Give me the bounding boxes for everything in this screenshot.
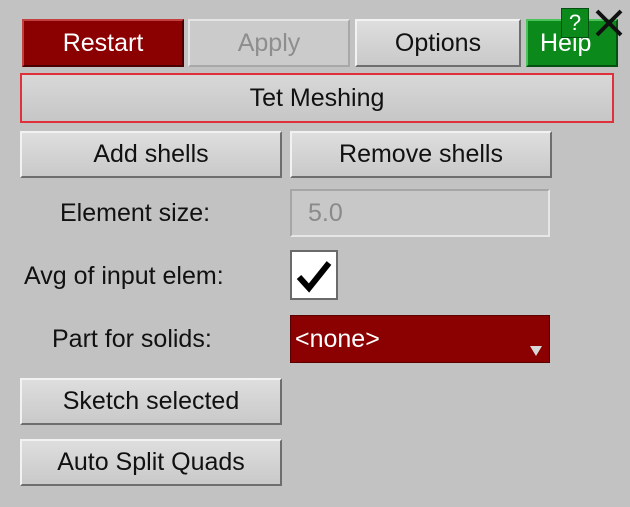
part-for-solids-select[interactable]: <none> (290, 315, 550, 363)
apply-button[interactable]: Apply (188, 19, 350, 67)
sketch-selected-button[interactable]: Sketch selected (20, 378, 282, 425)
part-for-solids-label: Part for solids: (52, 325, 212, 353)
options-button[interactable]: Options (355, 19, 521, 67)
tet-meshing-panel: Restart Apply Options Help ? Tet Meshing… (0, 0, 630, 507)
avg-input-elem-checkbox[interactable] (290, 250, 338, 300)
close-icon[interactable] (592, 6, 626, 40)
dropdown-arrow-icon (530, 346, 542, 356)
avg-input-elem-label: Avg of input elem: (24, 262, 224, 290)
checkmark-icon (296, 261, 332, 293)
remove-shells-button[interactable]: Remove shells (290, 131, 552, 178)
add-shells-button[interactable]: Add shells (20, 131, 282, 178)
element-size-label: Element size: (60, 199, 211, 227)
restart-button[interactable]: Restart (22, 19, 184, 67)
element-size-field[interactable]: 5.0 (290, 189, 550, 237)
part-for-solids-value: <none> (295, 324, 380, 353)
panel-title: Tet Meshing (20, 73, 614, 123)
question-mark-icon[interactable]: ? (561, 8, 589, 38)
auto-split-quads-button[interactable]: Auto Split Quads (20, 439, 282, 486)
